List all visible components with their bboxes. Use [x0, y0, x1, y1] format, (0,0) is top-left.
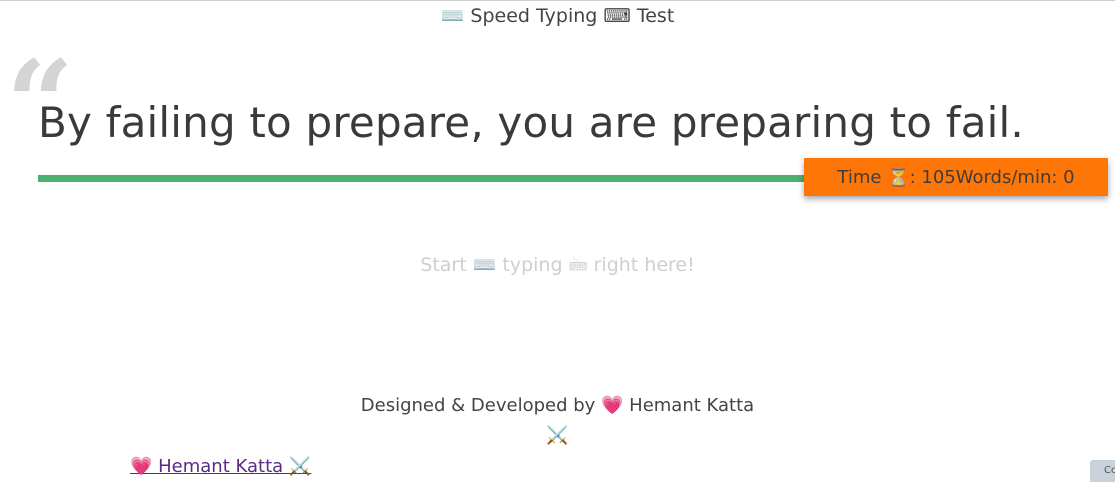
quote-text: By failing to prepare, you are preparing… [38, 98, 1024, 147]
app-title: ⌨️ Speed Typing ⌨ Test [440, 5, 675, 27]
footer-credit: Designed & Developed by 💗 Hemant Katta [360, 395, 755, 416]
typing-input[interactable]: Start ⌨️ typing 🖮 right here! [0, 251, 1115, 283]
stats-text: Time ⏳: 105Words/min: 0 [837, 166, 1075, 188]
author-link[interactable]: 💗 Hemant Katta ⚔️ [130, 456, 311, 477]
corner-widget-button[interactable]: Co [1090, 460, 1115, 482]
swords-icon: ⚔️ [546, 425, 569, 446]
progress-bar-fill [38, 175, 818, 182]
stats-panel: Time ⏳: 105Words/min: 0 [804, 158, 1108, 196]
progress-bar [38, 175, 818, 182]
